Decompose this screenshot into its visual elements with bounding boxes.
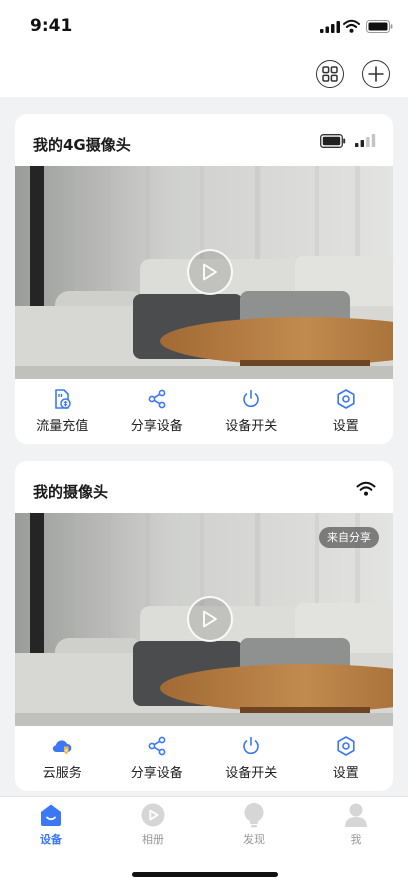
tab-label: 相册 <box>142 833 164 846</box>
camera-signal-icon <box>355 134 376 147</box>
home-indicator <box>132 872 278 877</box>
share-device-button[interactable]: 分享设备 <box>110 379 205 444</box>
action-label: 分享设备 <box>130 419 183 434</box>
shared-badge: 来自分享 <box>319 527 379 548</box>
settings-button[interactable]: 设置 <box>299 379 394 444</box>
share-icon <box>148 389 166 409</box>
battery-icon <box>366 20 393 33</box>
tab-devices[interactable]: 设备 <box>21 801 81 847</box>
add-device-button[interactable] <box>362 60 390 88</box>
header: 9:41 <box>0 0 408 97</box>
power-icon <box>243 736 260 755</box>
camera-title: 我的4G摄像头 <box>33 136 131 154</box>
action-label: 流量充值 <box>36 419 89 434</box>
camera-battery-icon <box>320 134 346 148</box>
settings-button[interactable]: 设置 <box>299 726 394 791</box>
status-time: 9:41 <box>30 16 73 36</box>
camera-card-4g[interactable]: 我的4G摄像头 流量充值 分享设备 设备开关 设置 <box>15 114 393 444</box>
tab-label: 发现 <box>243 833 265 846</box>
profile-icon <box>345 803 367 827</box>
tab-label: 我 <box>350 833 362 846</box>
device-power-button[interactable]: 设备开关 <box>204 726 299 791</box>
cellular-signal-icon <box>320 21 340 33</box>
power-icon <box>243 389 260 408</box>
bottom-tab-bar: 设备 相册 发现 我 <box>0 796 408 883</box>
cloud-service-button[interactable]: 云服务 <box>15 726 110 791</box>
camera-preview[interactable]: 来自分享 <box>15 513 393 726</box>
action-label: 设备开关 <box>225 419 278 434</box>
data-recharge-button[interactable]: 流量充值 <box>15 379 110 444</box>
tab-label: 设备 <box>40 833 62 846</box>
album-play-icon <box>141 803 165 827</box>
device-grid-button[interactable] <box>316 60 344 88</box>
devices-home-icon <box>41 804 61 826</box>
card-actions: 流量充值 分享设备 设备开关 设置 <box>15 379 393 444</box>
action-label: 设置 <box>332 419 359 434</box>
camera-wifi-icon <box>356 481 376 496</box>
lightbulb-icon <box>244 803 264 828</box>
play-icon <box>203 610 217 628</box>
action-label: 分享设备 <box>130 766 183 781</box>
card-actions: 云服务 分享设备 设备开关 设置 <box>15 726 393 791</box>
camera-preview[interactable] <box>15 166 393 379</box>
action-label: 设备开关 <box>225 766 278 781</box>
share-device-button[interactable]: 分享设备 <box>110 726 205 791</box>
play-icon <box>203 263 217 281</box>
cloud-service-icon <box>53 740 72 755</box>
share-icon <box>148 736 166 756</box>
action-label: 设置 <box>332 766 359 781</box>
data-recharge-icon <box>55 389 71 409</box>
grid-icon <box>322 66 338 82</box>
tab-discover[interactable]: 发现 <box>224 801 284 847</box>
gear-icon <box>337 389 355 409</box>
plus-icon <box>368 66 384 82</box>
tab-me[interactable]: 我 <box>326 801 386 847</box>
status-bar: 9:41 <box>0 0 408 54</box>
action-label: 云服务 <box>42 766 82 781</box>
play-button[interactable] <box>187 249 233 295</box>
play-button[interactable] <box>187 596 233 642</box>
tab-album[interactable]: 相册 <box>123 801 183 847</box>
wifi-icon <box>343 19 360 33</box>
camera-title: 我的摄像头 <box>33 483 109 501</box>
camera-card-wifi[interactable]: 我的摄像头 来自分享 云服务 分享设备 设备开关 设置 <box>15 461 393 791</box>
gear-icon <box>337 736 355 756</box>
device-power-button[interactable]: 设备开关 <box>204 379 299 444</box>
